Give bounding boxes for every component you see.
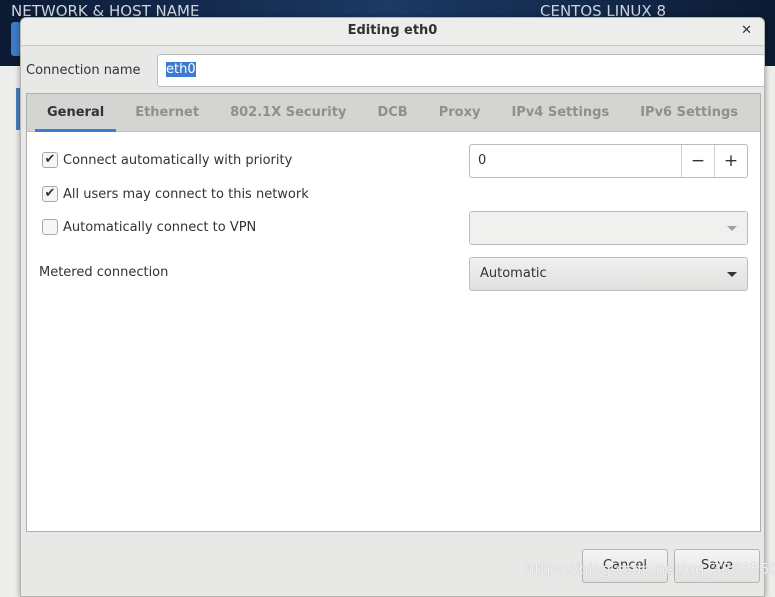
tab-ipv4-settings[interactable]: IPv4 Settings	[499, 94, 621, 131]
metered-label: Metered connection	[39, 265, 169, 280]
all-users-checkbox[interactable]: ✔ All users may connect to this network	[42, 186, 309, 202]
edit-connection-dialog: Editing eth0 ✕ Connection name eth0 Gene…	[20, 17, 765, 597]
connect-auto-checkbox[interactable]: ✔ Connect automatically with priority	[42, 152, 292, 168]
tab-ipv6-settings[interactable]: IPv6 Settings	[628, 94, 750, 131]
connection-name-value: eth0	[166, 62, 196, 77]
dialog-title: Editing eth0	[347, 23, 438, 38]
connection-name-input[interactable]: eth0	[157, 54, 765, 87]
checkbox-empty-icon	[42, 219, 58, 235]
tab-general[interactable]: General	[35, 94, 117, 132]
priority-spinbutton[interactable]: 0 − +	[469, 144, 748, 178]
auto-vpn-label: Automatically connect to VPN	[63, 219, 257, 235]
auto-vpn-checkbox[interactable]: Automatically connect to VPN	[42, 219, 256, 235]
checkmark-icon: ✔	[42, 186, 58, 202]
metered-select[interactable]: Automatic	[469, 257, 748, 291]
metered-select-value: Automatic	[480, 266, 547, 281]
vpn-select[interactable]	[469, 211, 748, 245]
connect-auto-label: Connect automatically with priority	[63, 152, 293, 168]
chevron-down-icon	[727, 272, 737, 277]
close-icon[interactable]: ✕	[741, 18, 752, 44]
connection-name-label: Connection name	[26, 63, 141, 78]
chevron-down-icon	[727, 226, 737, 231]
all-users-label: All users may connect to this network	[63, 186, 309, 202]
tab-proxy[interactable]: Proxy	[427, 94, 493, 131]
watermark: https://blog.csdn.net/qq_38885509	[525, 560, 775, 578]
connection-name-row: Connection name eth0	[26, 54, 765, 87]
tab-ethernet[interactable]: Ethernet	[123, 94, 211, 131]
tab-dcb[interactable]: DCB	[365, 94, 419, 131]
checkmark-icon: ✔	[42, 152, 58, 168]
tab-bar: General Ethernet 802.1X Security DCB Pro…	[27, 94, 760, 132]
tab-8021x-security[interactable]: 802.1X Security	[218, 94, 358, 131]
settings-notebook: General Ethernet 802.1X Security DCB Pro…	[26, 93, 761, 532]
metered-row: Metered connection	[39, 265, 168, 280]
priority-value[interactable]: 0	[470, 145, 681, 177]
decrement-button[interactable]: −	[681, 145, 714, 177]
dialog-titlebar: Editing eth0 ✕	[21, 18, 764, 46]
increment-button[interactable]: +	[714, 145, 747, 177]
